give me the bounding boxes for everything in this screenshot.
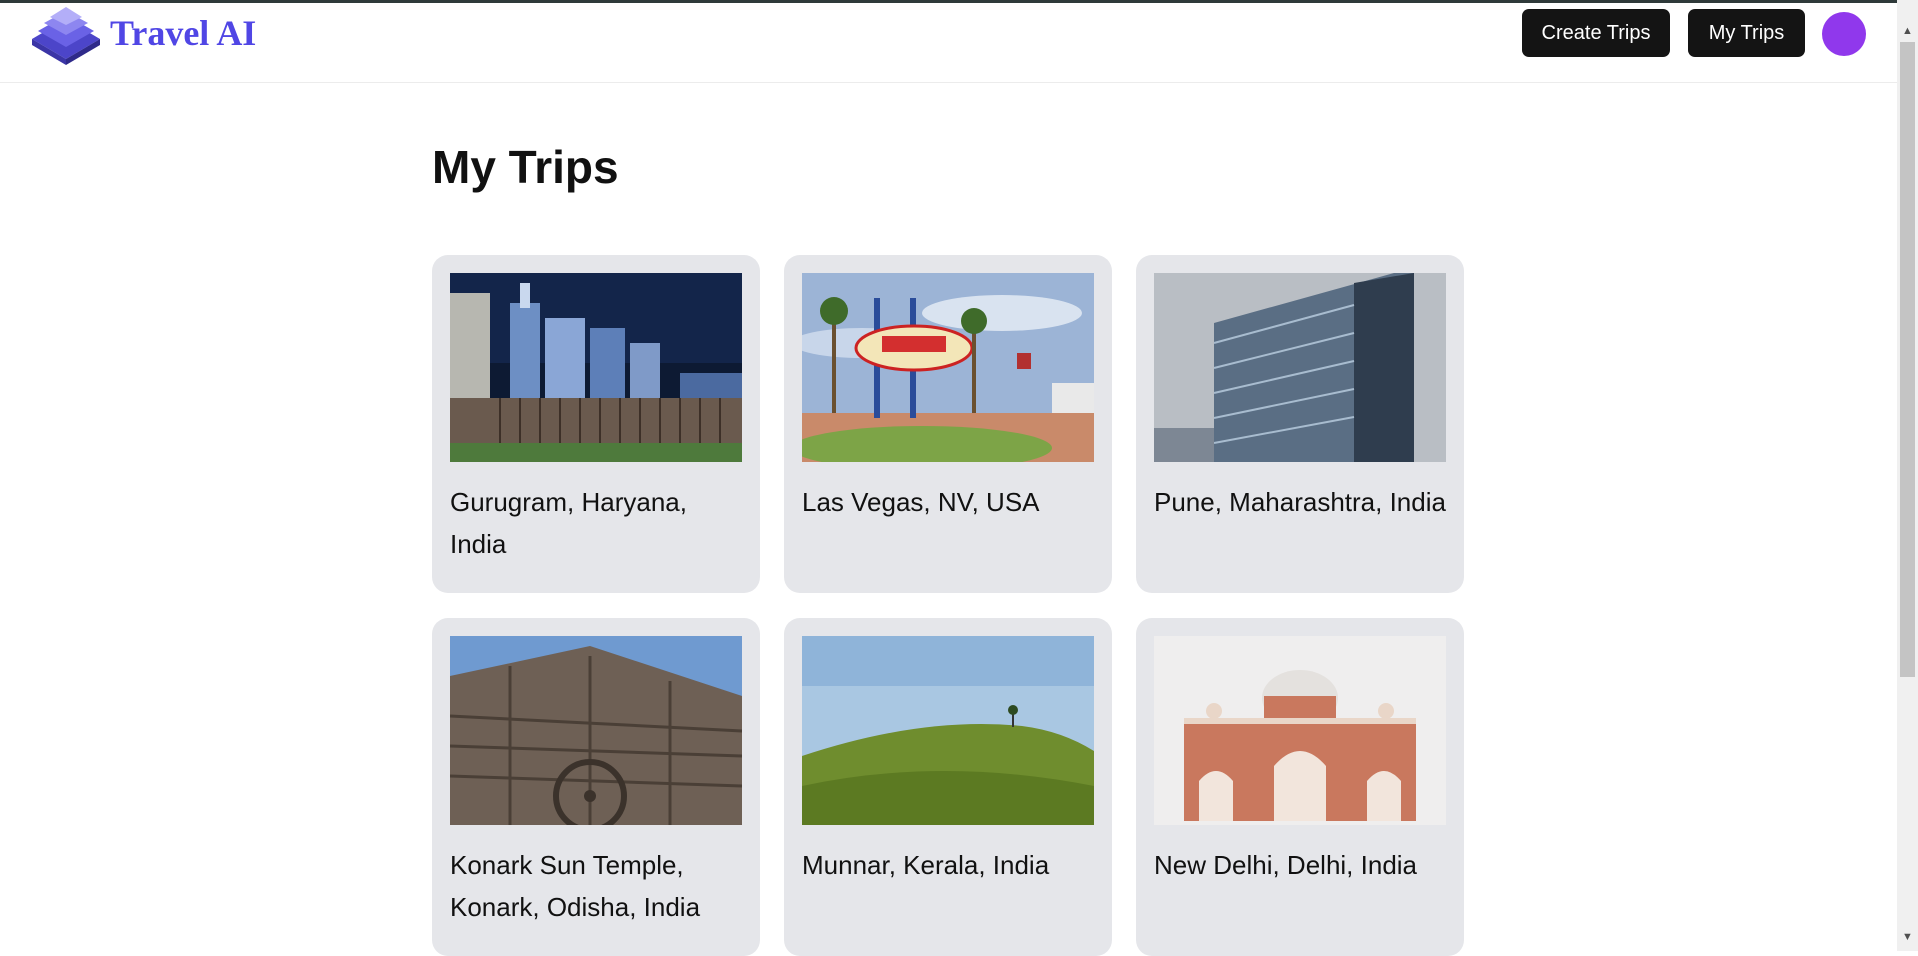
humayun-tomb-image	[1154, 636, 1446, 825]
page-title: My Trips	[432, 141, 619, 193]
trip-photo	[802, 636, 1094, 825]
logo[interactable]: Travel AI	[28, 3, 256, 65]
trip-card[interactable]: Pune, Maharashtra, India	[1136, 255, 1464, 593]
tea-plantation-hill-image	[802, 636, 1094, 825]
trip-name: Las Vegas, NV, USA	[802, 487, 1040, 517]
scroll-down-arrow-icon[interactable]: ▼	[1897, 928, 1918, 946]
trip-card[interactable]: Gurugram, Haryana, India	[432, 255, 760, 593]
user-avatar[interactable]	[1822, 12, 1866, 56]
trip-photo	[450, 636, 742, 825]
glass-office-building-image	[1154, 273, 1446, 462]
trip-photo	[1154, 273, 1446, 462]
trip-card[interactable]: Las Vegas, NV, USA	[784, 255, 1112, 593]
city-skyline-night-image	[450, 273, 742, 462]
my-trips-button[interactable]: My Trips	[1688, 9, 1805, 57]
top-navbar: Travel AI Create Trips My Trips	[0, 3, 1897, 83]
stacked-layers-icon	[32, 7, 100, 65]
trip-name: Pune, Maharashtra, India	[1154, 487, 1446, 517]
stone-temple-wheel-image	[450, 636, 742, 825]
scroll-thumb[interactable]	[1900, 42, 1915, 677]
trip-card[interactable]: Konark Sun Temple, Konark, Odisha, India	[432, 618, 760, 956]
vertical-scrollbar[interactable]: ▲ ▼	[1897, 0, 1918, 951]
trip-card[interactable]: New Delhi, Delhi, India	[1136, 618, 1464, 956]
trip-name: Munnar, Kerala, India	[802, 850, 1050, 880]
trip-name: Konark Sun Temple, Konark, Odisha, India	[450, 850, 701, 922]
scroll-up-arrow-icon[interactable]: ▲	[1897, 22, 1918, 40]
trip-name: New Delhi, Delhi, India	[1154, 850, 1418, 880]
las-vegas-sign-image	[802, 273, 1094, 462]
trip-photo	[1154, 636, 1446, 825]
trip-photo	[802, 273, 1094, 462]
logo-text: Travel AI	[110, 13, 257, 53]
create-trips-button[interactable]: Create Trips	[1522, 9, 1670, 57]
trip-photo	[450, 273, 742, 462]
trip-name: Gurugram, Haryana, India	[450, 487, 687, 559]
trip-card[interactable]: Munnar, Kerala, India	[784, 618, 1112, 956]
